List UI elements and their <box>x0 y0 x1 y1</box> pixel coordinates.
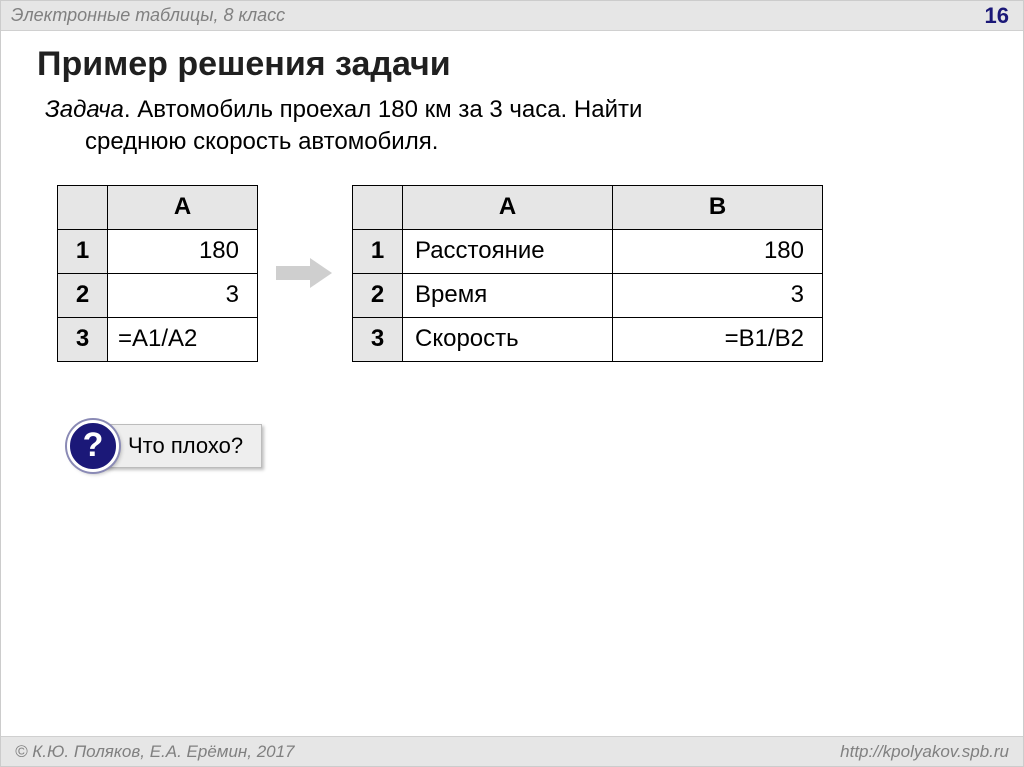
cell-b1: 180 <box>613 229 823 273</box>
corner-cell <box>353 185 403 229</box>
task-line2: среднюю скорость автомобиля. <box>45 126 983 158</box>
col-header-a: A <box>403 185 613 229</box>
row-header: 2 <box>58 273 108 317</box>
cell-a3: =A1/A2 <box>108 317 258 361</box>
copyright: © К.Ю. Поляков, Е.А. Ерёмин, 2017 <box>15 742 295 762</box>
cell-a3: Скорость <box>403 317 613 361</box>
question-text: Что плохо? <box>105 424 262 468</box>
cell-a1: Расстояние <box>403 229 613 273</box>
cell-a1: 180 <box>108 229 258 273</box>
tables-row: A 1 180 2 3 3 =A1/A2 A B <box>1 159 1023 362</box>
slide: Электронные таблицы, 8 класс 16 Пример р… <box>0 0 1024 767</box>
corner-cell <box>58 185 108 229</box>
row-header: 1 <box>353 229 403 273</box>
arrow-right-icon <box>276 258 334 288</box>
row-header: 3 <box>353 317 403 361</box>
cell-a2: Время <box>403 273 613 317</box>
footer-url: http://kpolyakov.spb.ru <box>840 742 1009 762</box>
col-header-a: A <box>108 185 258 229</box>
cell-a2: 3 <box>108 273 258 317</box>
subject-label: Электронные таблицы, 8 класс <box>11 5 285 26</box>
slide-title: Пример решения задачи <box>1 31 1023 94</box>
question-mark-icon: ? <box>67 420 119 472</box>
spreadsheet-labeled: A B 1 Расстояние 180 2 Время 3 3 Скорост… <box>352 185 823 362</box>
page-number: 16 <box>985 3 1009 29</box>
row-header: 3 <box>58 317 108 361</box>
row-header: 2 <box>353 273 403 317</box>
row-header: 1 <box>58 229 108 273</box>
top-bar: Электронные таблицы, 8 класс 16 <box>1 1 1023 31</box>
task-text: Задача. Автомобиль проехал 180 км за 3 ч… <box>1 94 1023 159</box>
task-label: Задача <box>45 96 124 123</box>
cell-b2: 3 <box>613 273 823 317</box>
task-line1: . Автомобиль проехал 180 км за 3 часа. Н… <box>124 96 643 123</box>
col-header-b: B <box>613 185 823 229</box>
spreadsheet-simple: A 1 180 2 3 3 =A1/A2 <box>57 185 258 362</box>
question-callout: ? Что плохо? <box>67 420 1023 472</box>
footer-bar: © К.Ю. Поляков, Е.А. Ерёмин, 2017 http:/… <box>1 736 1023 766</box>
cell-b3: =B1/B2 <box>613 317 823 361</box>
